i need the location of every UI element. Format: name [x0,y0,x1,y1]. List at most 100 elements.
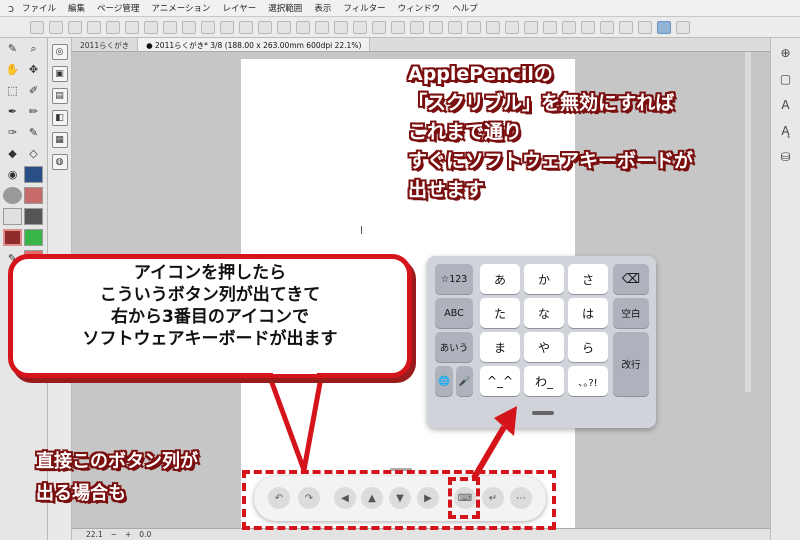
zoom-value[interactable]: 22.1 [86,530,103,539]
toolbar-button[interactable] [30,20,44,34]
microphone-icon[interactable]: 🎤 [456,366,473,396]
key-punctuation[interactable]: ､｡?! [568,366,608,396]
toolbar-button[interactable] [562,20,576,34]
text-swatch[interactable] [24,229,43,246]
toolbar-button[interactable] [448,20,462,34]
menu-filter[interactable]: フィルター [343,2,385,14]
zoom-in-icon[interactable]: + [125,530,131,539]
fill-icon[interactable]: ◉ [3,166,22,183]
toolbar-button[interactable] [524,20,538,34]
hand-tool-icon[interactable]: ✋ [3,61,22,78]
menu-page[interactable]: ページ管理 [97,2,139,14]
sub-tool-icon[interactable]: ▤ [51,88,68,104]
toolbar-button[interactable] [334,20,348,34]
eyedropper-tool-icon[interactable]: ✐ [24,82,43,99]
toolbar-button[interactable] [676,20,690,34]
material-icon[interactable]: ⛁ [777,150,795,168]
eraser-icon[interactable]: ◆ [3,145,22,162]
toolbar-button[interactable] [258,20,272,34]
figure-swatch[interactable] [3,208,22,225]
menu-window[interactable]: ウィンドウ [398,2,441,14]
toolbar-button[interactable] [201,20,215,34]
toolbar-button[interactable] [144,20,158,34]
key-na[interactable]: な [524,298,564,328]
toolbar-button[interactable] [543,20,557,34]
key-enter[interactable]: 改行 [613,332,649,396]
toolbar-button[interactable] [106,20,120,34]
zoom-out-icon[interactable]: − [111,530,117,539]
toolbar-button[interactable] [239,20,253,34]
toolbar-button[interactable] [68,20,82,34]
toolbar-button[interactable] [315,20,329,34]
key-a[interactable]: あ [480,264,520,294]
selection-tool-icon[interactable]: ⬚ [3,82,22,99]
pencil-icon[interactable]: ✏ [24,103,43,120]
toolbar-button[interactable] [638,20,652,34]
key-ma[interactable]: ま [480,332,520,362]
brush-icon[interactable]: ✑ [3,124,22,141]
toolbar-button[interactable] [372,20,386,34]
toolbar-button[interactable] [467,20,481,34]
menu-view[interactable]: 表示 [314,2,331,14]
toolbar-button[interactable] [220,20,234,34]
sub-tool-icon[interactable]: ◧ [51,110,68,126]
toolbar-button[interactable] [163,20,177,34]
toolbar-button[interactable] [49,20,63,34]
font-icon[interactable]: Ą [777,124,795,142]
tab-document-active[interactable]: ● 2011らくがき* 3/8 (188.00 x 263.00mm 600dp… [138,38,371,51]
keyboard-drag-handle[interactable] [532,411,554,415]
ruler-swatch[interactable] [24,208,43,225]
toolbar-button[interactable] [277,20,291,34]
key-ka[interactable]: か [524,264,564,294]
text-property-icon[interactable]: A [777,98,795,116]
toolbar-button[interactable] [353,20,367,34]
menu-animation[interactable]: アニメーション [151,2,210,14]
sub-tool-icon[interactable]: ◎ [51,44,68,60]
blend-icon[interactable]: ◇ [24,145,43,162]
toolbar-button-active[interactable] [657,20,671,34]
toolbar-button[interactable] [296,20,310,34]
sub-tool-icon[interactable]: ▣ [51,66,68,82]
airbrush-icon[interactable]: ✎ [24,124,43,141]
key-kana[interactable]: あいう [435,332,473,362]
toolbar-button[interactable] [581,20,595,34]
toolbar-button[interactable] [182,20,196,34]
zoom-tool-icon[interactable]: ⌕ [24,40,43,57]
globe-icon[interactable]: 🌐 [435,366,453,396]
app-logo-icon[interactable]: ↄ [0,2,22,15]
toolbar-button[interactable] [486,20,500,34]
key-abc[interactable]: ABC [435,298,473,328]
menu-layer[interactable]: レイヤー [223,2,257,14]
key-wa[interactable]: わ_ [524,366,564,396]
key-space[interactable]: 空白 [613,298,649,328]
navigator-icon[interactable]: ▢ [777,72,795,90]
menu-selection[interactable]: 選択範囲 [268,2,302,14]
delete-icon[interactable]: ⌫ [613,264,649,294]
gradient-swatch[interactable] [3,187,22,204]
pen-tool-icon[interactable]: ✎ [3,40,22,57]
frame-swatch[interactable] [3,229,22,246]
toolbar-button[interactable] [505,20,519,34]
key-ta[interactable]: た [480,298,520,328]
layer-icon[interactable]: ⊕ [777,46,795,64]
toolbar-button[interactable] [87,20,101,34]
toolbar-button[interactable] [429,20,443,34]
fill-swatch[interactable] [24,166,43,183]
key-ha[interactable]: は [568,298,608,328]
key-symbols[interactable]: ☆123 [435,264,473,294]
menu-edit[interactable]: 編集 [68,2,85,14]
key-ra[interactable]: ら [568,332,608,362]
toolbar-button[interactable] [125,20,139,34]
rotation-value[interactable]: 0.0 [139,530,151,539]
key-emoticon[interactable]: ^_^ [480,366,520,396]
toolbar-button[interactable] [619,20,633,34]
pattern-swatch[interactable] [24,187,43,204]
tab-document-1[interactable]: 2011らくがき [72,38,139,51]
menu-file[interactable]: ファイル [22,2,56,14]
toolbar-button[interactable] [391,20,405,34]
move-tool-icon[interactable]: ✥ [24,61,43,78]
pen-icon[interactable]: ✒ [3,103,22,120]
key-ya[interactable]: や [524,332,564,362]
menu-help[interactable]: ヘルプ [452,2,478,14]
vertical-scrollbar[interactable] [745,52,751,392]
